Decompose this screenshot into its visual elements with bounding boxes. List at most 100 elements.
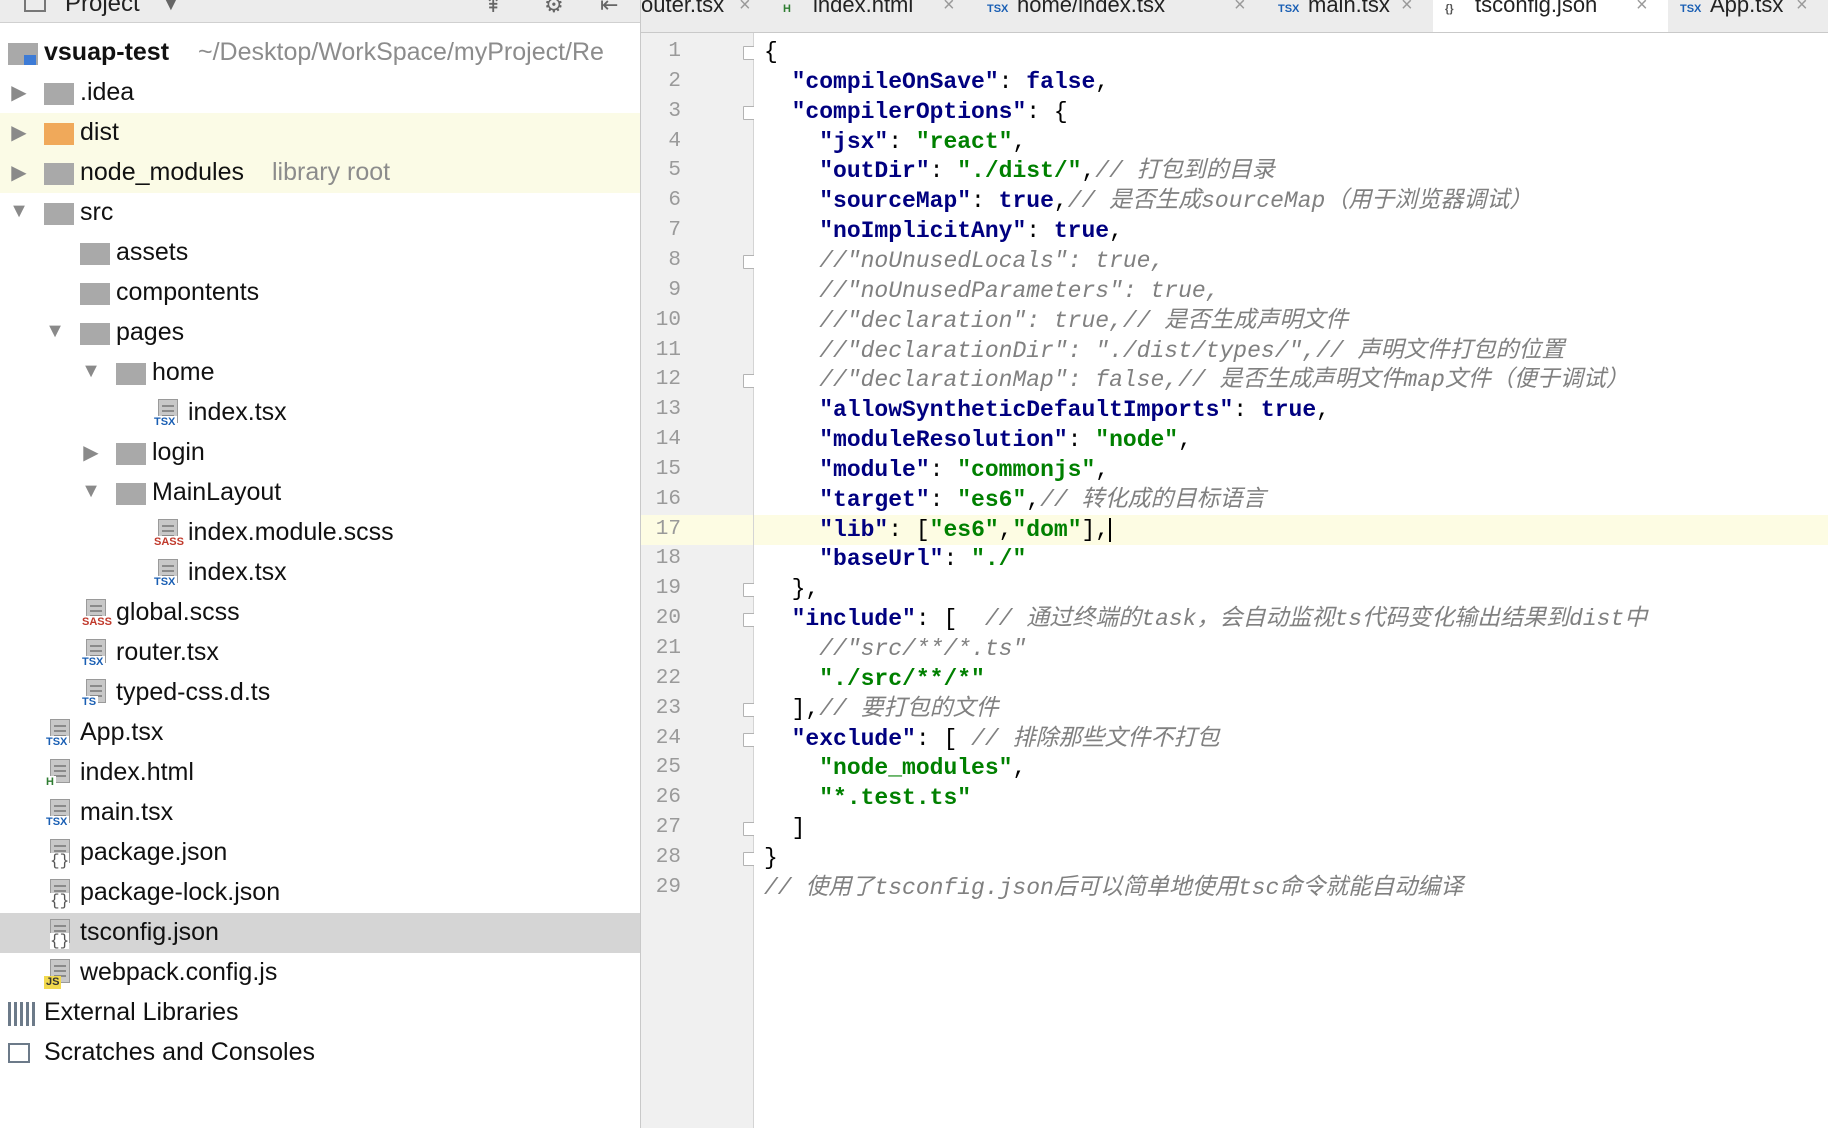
code-line[interactable]: //"declaration": true,// 是否生成声明文件 (754, 306, 1828, 336)
close-icon[interactable]: × (943, 0, 955, 17)
code-line[interactable]: "./src/**/*" (754, 664, 1828, 694)
tree-item[interactable]: SASS global.scss (0, 593, 640, 633)
tree-item-label: package-lock.json (80, 878, 281, 906)
hide-panel-icon[interactable]: ⇤ (600, 0, 618, 18)
code-line[interactable]: //"declarationMap": false,// 是否生成声明文件map… (754, 365, 1828, 395)
tree-item[interactable]: TSX main.tsx (0, 793, 640, 833)
expand-arrow-icon[interactable]: ▼ (80, 480, 102, 503)
editor-tab[interactable]: outer.tsx × (641, 0, 771, 32)
code-line[interactable]: { (754, 37, 1828, 67)
tree-item[interactable]: {} package.json (0, 833, 640, 873)
code-line[interactable]: }, (754, 574, 1828, 604)
code-line[interactable]: //"src/**/*.ts" (754, 634, 1828, 664)
code-line[interactable]: "baseUrl": "./" (754, 544, 1828, 574)
tsx-file-icon: TSX (80, 639, 112, 669)
editor-tab[interactable]: {} tsconfig.json × (1433, 0, 1668, 32)
code-text: "*.test.ts" (819, 785, 972, 812)
collapse-all-icon[interactable]: ⇞ (484, 0, 502, 18)
code-line[interactable]: "allowSyntheticDefaultImports": true, (754, 395, 1828, 425)
code-text: //"declarationDir": "./dist/types/",// 声… (819, 337, 1565, 364)
code-line[interactable]: } (754, 843, 1828, 873)
code-line[interactable]: "outDir": "./dist/",// 打包到的目录 (754, 156, 1828, 186)
folder-icon (116, 363, 146, 385)
code-text: // 使用了tsconfig.json后可以简单地使用tsc命令就能自动编译 (764, 874, 1464, 901)
gear-icon[interactable]: ⚙ (544, 0, 564, 18)
close-icon[interactable]: × (1636, 0, 1648, 17)
code-line[interactable]: "include": [ // 通过终端的task，会自动监视ts代码变化输出结… (754, 604, 1828, 634)
json-file-icon: {} (44, 919, 76, 949)
code-line[interactable]: "noImplicitAny": true, (754, 216, 1828, 246)
chevron-down-icon[interactable]: ▼ (162, 0, 180, 15)
tree-item[interactable]: TSX index.tsx (0, 553, 640, 593)
project-view-icon[interactable] (24, 0, 46, 12)
tree-item[interactable]: JS webpack.config.js (0, 953, 640, 993)
code-line[interactable]: // 使用了tsconfig.json后可以简单地使用tsc命令就能自动编译 (754, 873, 1828, 903)
code-editor[interactable]: { "compileOnSave": false, "compilerOptio… (754, 33, 1828, 1128)
tree-item[interactable]: TSX router.tsx (0, 633, 640, 673)
code-line[interactable]: //"declarationDir": "./dist/types/",// 声… (754, 336, 1828, 366)
code-line[interactable]: "jsx": "react", (754, 127, 1828, 157)
tree-item-label: webpack.config.js (80, 958, 278, 986)
code-line[interactable]: "module": "commonjs", (754, 455, 1828, 485)
tree-item[interactable]: vsuap-test ~/Desktop/WorkSpace/myProject/… (0, 33, 640, 73)
collapse-arrow-icon[interactable]: ▶ (80, 440, 102, 465)
tree-item[interactable]: Hindex.html (0, 753, 640, 793)
code-text: //"declaration": true,// 是否生成声明文件 (819, 307, 1349, 334)
tab-label: main.tsx (1308, 0, 1390, 17)
tree-item[interactable]: Scratches and Consoles (0, 1033, 640, 1073)
code-line[interactable]: "target": "es6",// 转化成的目标语言 (754, 485, 1828, 515)
tree-item[interactable]: ▼ src (0, 193, 640, 233)
code-line[interactable]: //"noUnusedLocals": true, (754, 246, 1828, 276)
tree-item[interactable]: ▼ home (0, 353, 640, 393)
code-line[interactable]: ],// 要打包的文件 (754, 694, 1828, 724)
code-line[interactable]: "lib": ["es6","dom"], (754, 514, 1828, 545)
project-panel-title[interactable]: Project (65, 0, 140, 18)
collapse-arrow-icon[interactable]: ▶ (8, 160, 30, 185)
editor-tab[interactable]: Hindex.html × (771, 0, 975, 32)
collapse-arrow-icon[interactable]: ▶ (8, 120, 30, 145)
tree-item[interactable]: assets (0, 233, 640, 273)
tree-item[interactable]: External Libraries (0, 993, 640, 1033)
tree-item[interactable]: {} tsconfig.json (0, 913, 640, 953)
code-line[interactable]: "node_modules", (754, 753, 1828, 783)
tree-item[interactable]: TSX index.tsx (0, 393, 640, 433)
tree-item[interactable]: ▶ .idea (0, 73, 640, 113)
tree-item[interactable]: SASS index.module.scss (0, 513, 640, 553)
tree-item[interactable]: ▶ login (0, 433, 640, 473)
tree-item[interactable]: ▶ node_modules library root (0, 153, 640, 193)
editor-gutter: 1 2 3 4 5 6 7 8 9 10 11 12 13 14 15 16 17 18 19 20 21 22 23 24 2… (641, 33, 755, 1128)
tree-item[interactable]: TS typed-css.d.ts (0, 673, 640, 713)
code-line[interactable]: //"noUnusedParameters": true, (754, 276, 1828, 306)
code-line[interactable]: "sourceMap": true,// 是否生成sourceMap（用于浏览器… (754, 186, 1828, 216)
code-line[interactable]: ] (754, 813, 1828, 843)
code-line[interactable]: "exclude": [ // 排除那些文件不打包 (754, 724, 1828, 754)
code-line[interactable]: "moduleResolution": "node", (754, 425, 1828, 455)
tree-item[interactable]: ▼ MainLayout (0, 473, 640, 513)
line-number: 10 (655, 308, 681, 332)
tree-item[interactable]: ▶ dist (0, 113, 640, 153)
editor-tab[interactable]: TSX home/index.tsx × (975, 0, 1266, 32)
editor-tab[interactable]: TSX main.tsx × (1266, 0, 1433, 32)
tree-item-label: src (80, 198, 114, 226)
tree-item[interactable]: {} package-lock.json (0, 873, 640, 913)
tree-item[interactable]: ▼ pages (0, 313, 640, 353)
line-number: 6 (668, 189, 681, 213)
code-text: { (764, 39, 778, 65)
code-line[interactable]: "*.test.ts" (754, 783, 1828, 813)
close-icon[interactable]: × (1234, 0, 1246, 17)
editor-tab[interactable]: TSX App.tsx × (1668, 0, 1828, 32)
expand-arrow-icon[interactable]: ▼ (80, 360, 102, 383)
expand-arrow-icon[interactable]: ▼ (44, 320, 66, 343)
line-number: 14 (655, 428, 681, 452)
close-icon[interactable]: × (1796, 0, 1808, 17)
tree-item[interactable]: TSX App.tsx (0, 713, 640, 753)
folder-icon (44, 83, 74, 105)
tree-item[interactable]: compontents (0, 273, 640, 313)
close-icon[interactable]: × (1401, 0, 1413, 17)
close-icon[interactable]: × (739, 0, 751, 17)
code-line[interactable]: "compileOnSave": false, (754, 67, 1828, 97)
code-line[interactable]: "compilerOptions": { (754, 97, 1828, 127)
expand-arrow-icon[interactable]: ▼ (8, 200, 30, 223)
collapse-arrow-icon[interactable]: ▶ (8, 80, 30, 105)
tree-item-label: Scratches and Consoles (44, 1038, 315, 1066)
